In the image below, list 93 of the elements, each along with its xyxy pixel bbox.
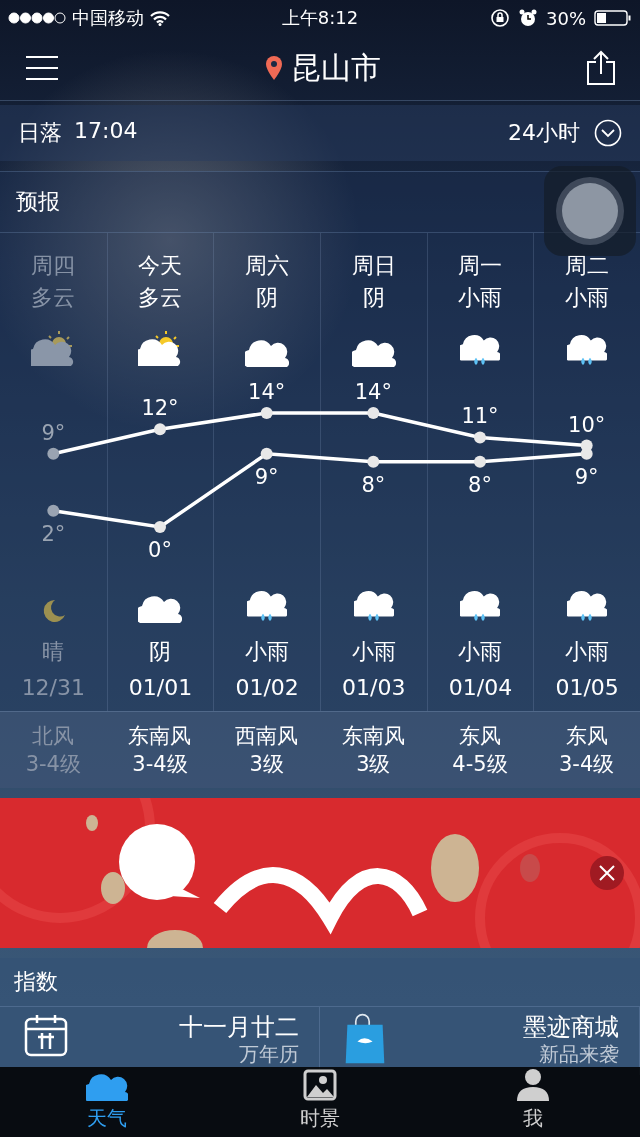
clock: 上午8:12 — [281, 6, 359, 30]
alarm-icon — [518, 8, 538, 28]
temperature-point — [47, 504, 60, 517]
temperature-label: 0° — [148, 538, 172, 562]
weather-text: 晴 — [42, 638, 65, 666]
temperature-point — [474, 455, 486, 468]
temperature-label: 10° — [568, 412, 606, 437]
temperature-label: 2° — [41, 521, 66, 546]
temperature-point — [367, 455, 380, 468]
weather-text: 多云 — [138, 284, 183, 312]
wind-level: 3-4级 — [132, 751, 188, 778]
section-title: 指数 — [14, 968, 58, 996]
wind-direction: 东南风 — [128, 723, 192, 750]
card-subtitle: 新品来袭 — [539, 1041, 619, 1067]
temperature-label: 8° — [468, 472, 492, 497]
weather-text: 阴 — [149, 638, 172, 666]
cloud-icon — [85, 1071, 128, 1101]
weather-text: 小雨 — [565, 284, 610, 312]
weather-text: 小雨 — [565, 638, 610, 666]
day-name: 周四 — [31, 252, 76, 280]
image-icon — [303, 1069, 337, 1101]
weather-text: 阴 — [256, 284, 279, 312]
shopping-bag-icon — [344, 1013, 386, 1065]
city-name[interactable]: 昆山市 — [291, 47, 381, 89]
carrier-name: 中国移动 — [72, 6, 144, 30]
partly-cloudy-icon — [138, 329, 183, 369]
wind-level: 3级 — [249, 751, 284, 778]
temperature-point — [260, 407, 273, 419]
section-title: 预报 — [16, 188, 60, 216]
tab[interactable]: 时景 — [213, 1067, 427, 1137]
temperature-point — [474, 431, 486, 444]
close-icon — [598, 864, 616, 882]
rotation-lock-icon — [490, 8, 510, 28]
temperature-point — [154, 521, 166, 533]
location-pin-icon — [265, 55, 283, 81]
temperature-label: 9° — [574, 464, 599, 489]
menu-icon[interactable] — [24, 54, 60, 82]
day-name: 周一 — [458, 252, 503, 280]
temperature-label: 14° — [354, 380, 392, 404]
hourly-toggle[interactable]: 24小时 — [508, 118, 622, 148]
tab[interactable]: 我 — [426, 1067, 640, 1137]
chevron-down-icon — [594, 119, 622, 147]
wind-direction: 北风 — [32, 723, 75, 750]
date: 01/02 — [235, 675, 299, 700]
card-subtitle: 万年历 — [239, 1041, 299, 1067]
person-icon — [515, 1067, 552, 1101]
date: 01/03 — [342, 675, 406, 700]
card-title: 墨迹商城 — [523, 1013, 619, 1041]
sunset-label: 日落 — [18, 119, 62, 147]
temperature-label: 9° — [41, 420, 66, 445]
day-name: 周日 — [351, 252, 396, 280]
temperature-point — [260, 447, 273, 460]
temperature-point — [367, 407, 380, 419]
calendar-icon — [24, 1013, 68, 1057]
wind-level: 3-4级 — [559, 751, 615, 778]
wind-level: 3-4级 — [25, 751, 81, 778]
weather-text: 小雨 — [245, 638, 290, 666]
weather-text: 小雨 — [458, 638, 503, 666]
temperature-point — [154, 423, 166, 436]
weather-text: 多云 — [31, 284, 76, 312]
temperature-label: 8° — [361, 472, 386, 497]
temperature-label: 9° — [254, 464, 279, 489]
share-icon[interactable] — [586, 50, 616, 86]
wifi-icon — [150, 10, 170, 26]
temperature-label: 14° — [248, 380, 286, 404]
day-name: 今天 — [138, 252, 183, 280]
wind-direction: 西南风 — [235, 723, 299, 750]
battery-icon — [594, 10, 632, 26]
wind-level: 3级 — [356, 751, 391, 778]
wind-level: 4-5级 — [452, 751, 508, 778]
battery-percent: 30% — [546, 7, 586, 29]
wind-direction: 东南风 — [341, 723, 405, 750]
sunset-time: 17:04 — [74, 118, 138, 145]
wind-direction: 东风 — [459, 723, 501, 750]
weather-text: 小雨 — [458, 284, 503, 312]
weather-text: 小雨 — [351, 638, 396, 666]
assistive-touch-button[interactable] — [544, 166, 636, 256]
temperature-point — [47, 447, 60, 460]
wind-direction: 东风 — [565, 723, 608, 750]
temperature-label: 11° — [461, 404, 499, 429]
day-name: 周二 — [565, 252, 610, 280]
signal-icon — [8, 12, 66, 24]
temperature-label: 12° — [141, 396, 179, 421]
date: 01/04 — [448, 675, 513, 700]
partly-cloudy-icon — [31, 329, 76, 369]
day-name: 周六 — [245, 252, 290, 280]
weather-text: 阴 — [362, 284, 385, 312]
date: 01/01 — [128, 675, 193, 700]
date: 12/31 — [21, 675, 86, 700]
date: 01/05 — [555, 675, 619, 700]
tab[interactable]: 天气 — [0, 1067, 214, 1137]
card-title: 十一月廿二 — [179, 1013, 299, 1041]
temperature-point — [580, 447, 593, 460]
